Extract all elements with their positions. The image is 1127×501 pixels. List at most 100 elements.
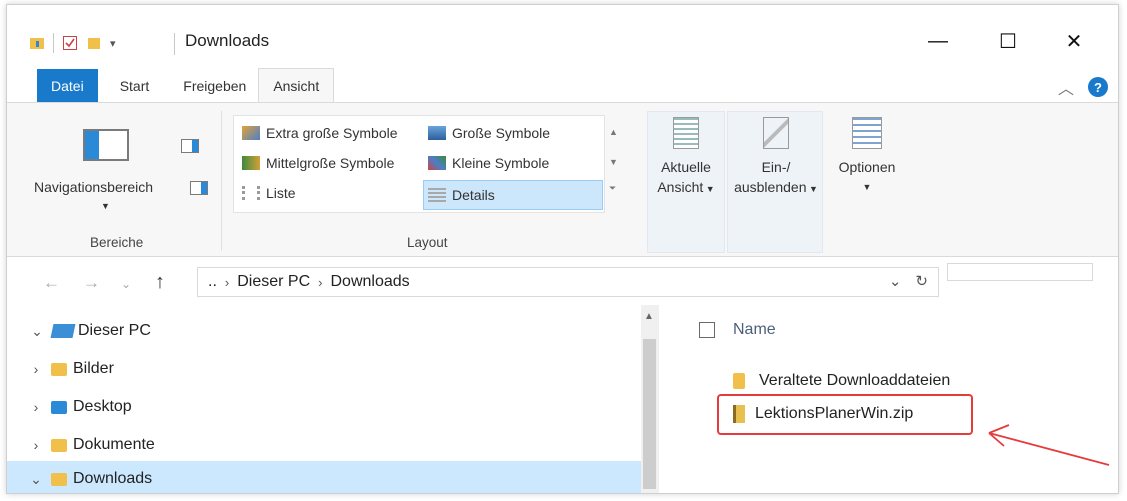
layout-item-label: Kleine Symbole — [452, 155, 550, 171]
details-pane-icon[interactable] — [190, 181, 208, 195]
expand-icon[interactable]: › — [21, 399, 51, 415]
tab-ansicht[interactable]: Ansicht — [258, 68, 335, 102]
options-label: Optionen — [838, 159, 896, 175]
layout-large-icons[interactable]: Große Symbole — [424, 120, 600, 146]
options-icon — [852, 117, 882, 149]
documents-folder-icon — [51, 438, 67, 452]
navigation-pane-icon[interactable] — [83, 129, 129, 161]
tab-datei[interactable]: Datei — [37, 69, 98, 102]
ribbon-ansicht: Navigationsbereich ▼ Bereiche Extra groß… — [7, 102, 1118, 257]
current-view-icon — [673, 117, 699, 149]
tree-item-label: Downloads — [73, 470, 153, 487]
collapse-icon[interactable]: ⌄ — [22, 323, 52, 340]
collapse-ribbon-icon[interactable]: ︿ — [1058, 75, 1074, 99]
tree-item-label: Dieser PC — [78, 322, 151, 339]
back-icon[interactable]: ← — [43, 273, 60, 293]
show-hide-label-2: ausblenden — [734, 179, 807, 195]
current-view-label-2: Ansicht — [657, 179, 704, 195]
options-dropdown-icon: ▼ — [862, 182, 872, 192]
tree-item-desktop[interactable]: › Desktop — [7, 389, 641, 425]
maximize-button[interactable]: ☐ — [985, 23, 1031, 59]
tree-item-label: Dokumente — [73, 436, 155, 453]
tree-item-dokumente[interactable]: › Dokumente — [7, 427, 641, 463]
collapse-icon[interactable]: ⌄ — [21, 471, 51, 488]
breadcrumb-dieser-pc[interactable]: Dieser PC — [237, 273, 310, 291]
ribbon-tabs: Datei Start Freigeben Ansicht — [37, 68, 335, 102]
list-view-icon — [242, 186, 260, 200]
show-hide-icon — [763, 117, 789, 149]
gallery-expand-icon[interactable]: ⏷ — [609, 183, 616, 194]
pictures-folder-icon — [51, 362, 67, 376]
up-icon[interactable]: ↑ — [155, 271, 165, 294]
properties-check-icon[interactable] — [62, 35, 78, 51]
group-separator — [221, 111, 222, 251]
gallery-scroll-up-icon[interactable]: ▲ — [609, 127, 618, 137]
layout-extra-large-icons[interactable]: Extra große Symbole — [238, 120, 420, 146]
downloads-folder-icon — [51, 472, 67, 486]
title-separator — [174, 33, 175, 55]
layout-item-label: Große Symbole — [452, 125, 551, 141]
recent-locations-icon[interactable]: ⌄ — [121, 277, 131, 291]
gallery-scroll-down-icon[interactable]: ▼ — [609, 157, 618, 167]
address-ellipsis[interactable]: .. — [208, 273, 217, 291]
title-bar: ▾ Downloads — ☐ ✕ — [7, 5, 1118, 59]
scroll-up-icon[interactable]: ▲ — [644, 311, 654, 322]
window-title: Downloads — [185, 31, 270, 50]
search-input[interactable] — [947, 263, 1093, 281]
navigation-bar: ← → ⌄ ↑ .. › Dieser PC › Downloads ⌄ ↻ — [7, 261, 1118, 303]
layout-gallery: Extra große Symbole Große Symbole Mittel… — [233, 115, 605, 213]
layout-details[interactable]: Details — [423, 180, 603, 210]
folder-down-icon[interactable] — [29, 35, 45, 51]
show-hide-button[interactable]: Ein-/ ausblenden ▼ — [729, 117, 823, 199]
small-icons-icon — [428, 156, 446, 170]
chevron-right-icon[interactable]: › — [225, 275, 229, 290]
tree-item-dieser-pc[interactable]: ⌄ Dieser PC — [7, 313, 641, 349]
layout-small-icons[interactable]: Kleine Symbole — [424, 150, 600, 176]
new-folder-icon[interactable] — [86, 35, 102, 51]
file-explorer-window: ▾ Downloads — ☐ ✕ Datei Start Freigeben … — [6, 4, 1119, 494]
refresh-icon[interactable]: ↻ — [915, 272, 928, 290]
address-controls: ⌄ ↻ — [889, 272, 928, 290]
desktop-folder-icon — [51, 400, 67, 414]
current-view-label-1: Aktuelle — [661, 159, 711, 175]
file-list: Name Veraltete Downloaddateien LektionsP… — [659, 305, 1118, 493]
tree-item-label: Desktop — [73, 398, 132, 415]
expand-icon[interactable]: › — [21, 437, 51, 453]
options-button[interactable]: Optionen ▼ — [829, 117, 905, 197]
show-hide-label-1: Ein-/ — [761, 159, 791, 175]
scrollbar-thumb[interactable] — [643, 339, 656, 489]
address-bar[interactable]: .. › Dieser PC › Downloads ⌄ ↻ — [197, 267, 939, 297]
tab-freigeben[interactable]: Freigeben — [171, 69, 258, 102]
breadcrumb-downloads[interactable]: Downloads — [330, 273, 409, 291]
expand-icon[interactable]: › — [21, 361, 51, 377]
tab-start[interactable]: Start — [98, 69, 172, 102]
minimize-button[interactable]: — — [915, 23, 961, 59]
current-view-button[interactable]: Aktuelle Ansicht ▼ — [651, 117, 721, 199]
large-icons-icon — [428, 126, 446, 140]
preview-pane-icon[interactable] — [181, 139, 199, 153]
chevron-right-icon[interactable]: › — [318, 275, 322, 290]
current-view-dropdown-icon: ▼ — [703, 184, 715, 194]
close-button[interactable]: ✕ — [1051, 23, 1097, 59]
quick-access-toolbar: ▾ — [29, 33, 116, 53]
group-label-layout: Layout — [407, 235, 448, 250]
tree-item-downloads[interactable]: ⌄ Downloads — [7, 461, 641, 493]
medium-icons-icon — [242, 156, 260, 170]
layout-list[interactable]: Liste — [238, 180, 420, 206]
layout-medium-icons[interactable]: Mittelgroße Symbole — [238, 150, 420, 176]
layout-item-label: Details — [452, 187, 495, 203]
help-icon[interactable]: ? — [1088, 77, 1108, 97]
annotation-arrow-icon — [988, 424, 1110, 466]
tree-scrollbar[interactable]: ▲ — [641, 305, 659, 493]
navigation-pane-dropdown-icon[interactable]: ▼ — [101, 201, 110, 211]
layout-item-label: Mittelgroße Symbole — [266, 155, 395, 171]
layout-item-label: Liste — [266, 185, 296, 201]
qat-separator — [53, 33, 54, 53]
navigation-pane-button[interactable]: Navigationsbereich — [34, 179, 153, 195]
tree-item-bilder[interactable]: › Bilder — [7, 351, 641, 387]
ribbon-controls: ︿ ? — [1058, 75, 1108, 99]
tree-item-label: Bilder — [73, 360, 114, 377]
forward-icon[interactable]: → — [83, 273, 100, 293]
qat-dropdown-icon[interactable]: ▾ — [110, 37, 116, 50]
address-history-icon[interactable]: ⌄ — [889, 272, 902, 290]
